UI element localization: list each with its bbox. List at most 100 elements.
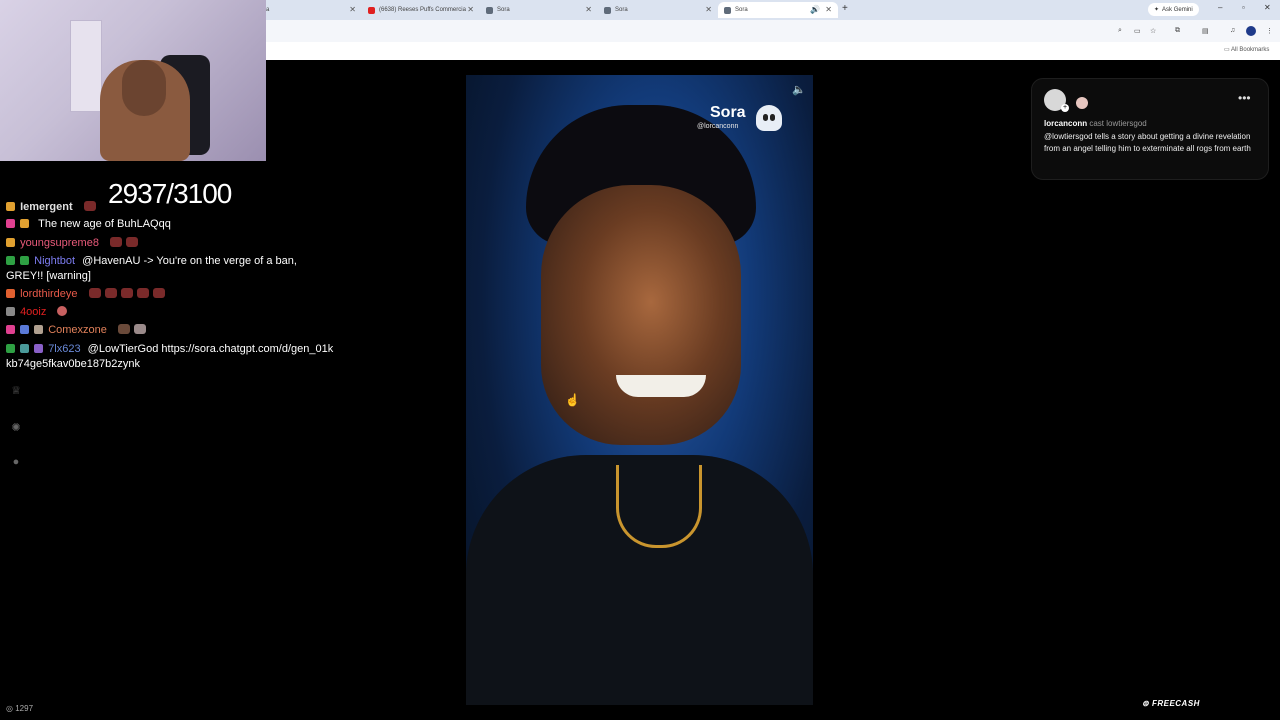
emote-icon (126, 237, 139, 247)
chat-username[interactable]: Nightbot (34, 255, 75, 267)
browser-tab[interactable]: ra ✕ (258, 2, 362, 18)
chat-message: lordthirdeye (6, 287, 165, 302)
badge-icon (6, 219, 15, 228)
window-close-icon[interactable]: ✕ (1264, 3, 1271, 12)
emote-icon (88, 288, 101, 298)
chat-message: 4ooiz (6, 305, 68, 320)
emote-icon (152, 288, 165, 298)
badge-icon (20, 256, 30, 265)
all-bookmarks-link[interactable]: ▭ All Bookmarks (1224, 46, 1269, 53)
video-subject-smile (616, 375, 706, 397)
emote-icon (83, 201, 96, 211)
zoom-icon[interactable]: ⌕ (1118, 27, 1122, 35)
browser-tab[interactable]: Sora ✕ (480, 2, 598, 18)
ask-gemini-label: Ask Gemini (1162, 6, 1193, 13)
youtube-icon (368, 6, 375, 14)
chat-text: The new age of BuhLAQqq (38, 218, 171, 230)
emote-icon (117, 324, 130, 334)
chat-username[interactable]: Iemergent (20, 201, 73, 213)
sora-handle: @lorcanconn (697, 123, 739, 130)
new-tab-icon[interactable]: + (842, 3, 848, 14)
sora-ghost-icon (756, 105, 782, 131)
badge-icon (6, 202, 15, 211)
sora-watermark: Sora (710, 104, 746, 121)
emote-icon (104, 288, 117, 298)
emote-icon (110, 237, 123, 247)
trophy-icon[interactable]: ♕ (10, 384, 22, 397)
restore-icon[interactable]: ▫ (1242, 3, 1245, 12)
chat-message: youngsupreme8 (6, 236, 139, 251)
close-tab-icon[interactable]: ✕ (825, 5, 832, 14)
minimize-icon[interactable]: – (1218, 3, 1222, 12)
chat-message: Nightbot @HavenAU -> You're on the verge… (6, 254, 336, 284)
bookmark-star-icon[interactable]: ☆ (1150, 27, 1156, 35)
more-menu-icon[interactable]: ⋮ (1266, 27, 1273, 35)
post-info-card: + ••• lorcanconn cast lowtiersgod @lowti… (1031, 78, 1269, 180)
video-subject-chain (616, 465, 702, 548)
post-prompt-text: @lowtiersgod tells a story about getting… (1044, 132, 1251, 153)
browser-tab[interactable]: Sora ✕ (598, 2, 718, 18)
settings-icon[interactable]: ✺ (10, 421, 22, 434)
profile-avatar[interactable] (1246, 26, 1256, 36)
extensions-icon[interactable]: ⧉ (1175, 27, 1180, 35)
cast-icon[interactable]: ▭ (1134, 27, 1141, 35)
post-author[interactable]: lorcanconn (1044, 119, 1087, 128)
viewer-count-value: 1297 (15, 704, 34, 713)
all-bookmarks-label: All Bookmarks (1231, 47, 1270, 53)
webcam-door (70, 20, 102, 112)
chat-username[interactable]: 4ooiz (20, 306, 46, 318)
webcam-overlay (0, 0, 266, 161)
sparkle-icon: ✦ (1154, 7, 1160, 13)
tab-label: Sora (615, 7, 628, 13)
chat-username[interactable]: youngsupreme8 (20, 237, 99, 249)
chat-username[interactable]: lordthirdeye (20, 288, 77, 300)
cast-avatar[interactable] (1076, 97, 1088, 109)
post-author-line: lorcanconn cast lowtiersgod (1044, 119, 1147, 128)
badge-icon (34, 344, 44, 353)
chat-message: The new age of BuhLAQqq (6, 217, 171, 232)
folder-icon: ▭ (1224, 47, 1230, 53)
close-tab-icon[interactable]: ✕ (585, 5, 592, 14)
post-cast-label[interactable]: cast lowtiersgod (1089, 119, 1146, 128)
tab-label: Sora (497, 7, 510, 13)
hand-cursor-icon: ☝ (565, 393, 580, 407)
sora-video-player[interactable]: Sora @lorcanconn 🔈 (466, 75, 813, 705)
emote-icon (120, 288, 133, 298)
chat-username[interactable]: Comexzone (48, 324, 107, 336)
emote-icon (136, 288, 149, 298)
webcam-streamer-head (122, 60, 166, 116)
close-tab-icon[interactable]: ✕ (705, 5, 712, 14)
emote-icon (57, 306, 68, 316)
follow-plus-icon[interactable]: + (1061, 104, 1069, 112)
media-icon[interactable]: ♫ (1230, 27, 1235, 34)
sora-favicon-icon (486, 6, 493, 14)
badge-icon (20, 219, 30, 228)
sora-favicon-icon (724, 6, 731, 14)
more-options-icon[interactable]: ••• (1238, 91, 1251, 105)
badge-icon (6, 325, 15, 334)
ask-gemini-button[interactable]: ✦ Ask Gemini (1148, 3, 1199, 16)
user-avatar-icon[interactable]: ● (10, 456, 22, 468)
badge-icon (6, 289, 15, 298)
badge-icon (6, 238, 15, 247)
viewers-icon: ◎ (6, 704, 13, 713)
close-tab-icon[interactable]: ✕ (467, 5, 474, 14)
sub-goal-counter: 2937/3100 (108, 178, 232, 209)
sidebar-icon[interactable]: ▤ (1202, 27, 1209, 35)
tab-label: Sora (735, 7, 748, 13)
speaker-icon[interactable]: 🔊 (810, 5, 820, 14)
viewer-count: ◎ 1297 (6, 704, 33, 713)
volume-icon[interactable]: 🔈 (792, 83, 806, 96)
chat-message: 7lx623 @LowTierGod https://sora.chatgpt.… (6, 342, 336, 372)
close-tab-icon[interactable]: ✕ (349, 5, 356, 14)
badge-icon (6, 256, 15, 265)
chat-username[interactable]: 7lx623 (48, 343, 80, 355)
browser-tab-active[interactable]: Sora 🔊 ✕ (718, 2, 838, 18)
badge-icon (6, 307, 15, 316)
badge-icon (20, 325, 30, 334)
badge-icon (6, 344, 15, 353)
badge-icon (20, 344, 30, 353)
badge-icon (34, 325, 44, 334)
browser-tab[interactable]: (6638) Reeses Puffs Commercia ✕ (362, 2, 480, 18)
emote-icon (133, 324, 146, 334)
